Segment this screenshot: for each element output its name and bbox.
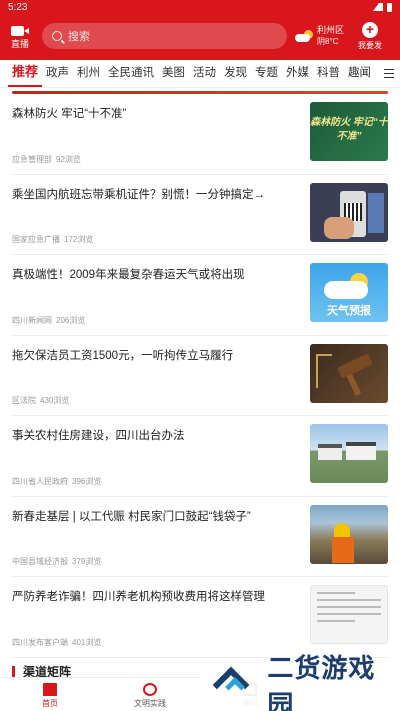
video-camera-icon — [11, 24, 29, 37]
search-input[interactable]: 搜索 — [42, 23, 287, 49]
article-meta: 国家应急广播 172浏览 — [12, 234, 93, 245]
status-icons — [373, 2, 392, 12]
article-views: 92浏览 — [56, 154, 81, 164]
report-label: 我要发 — [358, 40, 382, 50]
tab-lizhou[interactable]: 利州 — [73, 64, 104, 87]
article-views: 401浏览 — [72, 637, 102, 647]
article-meta: 中国县域经济报 379浏览 — [12, 556, 101, 567]
report-button[interactable]: + 我要发 — [353, 21, 387, 51]
list-item[interactable]: 森林防火 牢记“十不准” 应急管理部 92浏览 森林防火 牢记“十不准” — [12, 94, 388, 175]
status-time: 5:23 — [8, 2, 28, 13]
article-views: 379浏览 — [72, 557, 102, 566]
nav-home-label: 首页 — [42, 699, 58, 708]
article-views: 172浏览 — [64, 235, 94, 244]
article-source: 区法院 — [12, 396, 36, 405]
article-thumbnail — [310, 343, 388, 403]
weather-widget[interactable]: 利州区 阴8°C — [295, 25, 353, 47]
tab-citizen-news[interactable]: 全民通讯 — [104, 64, 158, 87]
article-thumbnail — [310, 585, 388, 644]
article-source: 四川发布客户端 — [12, 637, 68, 647]
tab-photos[interactable]: 美图 — [158, 64, 189, 87]
live-button[interactable]: 直播 — [6, 24, 34, 49]
article-views: 206浏览 — [56, 315, 86, 325]
article-thumbnail — [310, 504, 388, 564]
thumbnail-caption: 天气预报 — [327, 305, 371, 317]
article-list: 森林防火 牢记“十不准” 应急管理部 92浏览 森林防火 牢记“十不准” 乘坐国内… — [0, 94, 400, 658]
article-meta: 四川新闻网 206浏览 — [12, 315, 85, 326]
article-title: 森林防火 牢记“十不准” — [12, 108, 127, 120]
article-title: 事关农村住房建设，四川出台办法 — [12, 430, 185, 442]
list-item[interactable]: 新春走基层 | 以工代赈 村民家门口鼓起“钱袋子” 中国县域经济报 379浏览 — [12, 497, 388, 577]
article-thumbnail — [310, 424, 388, 483]
home-icon — [43, 683, 57, 696]
plus-icon: + — [362, 21, 378, 38]
status-bar: 5:23 — [0, 0, 400, 14]
article-source: 国家应急广播 — [12, 235, 60, 244]
civilization-icon — [143, 683, 157, 696]
article-thumbnail: 天气预报 — [310, 263, 388, 322]
live-label: 直播 — [10, 38, 29, 49]
watermark: 二货游戏园 — [200, 653, 400, 711]
watermark-logo-icon — [212, 666, 255, 704]
nav-civilization[interactable]: 文明实践 — [100, 678, 200, 711]
article-thumbnail — [310, 182, 388, 242]
section-accent-bar — [12, 665, 15, 678]
article-source: 四川新闻网 — [12, 315, 52, 325]
hamburger-menu-icon[interactable] — [378, 60, 400, 87]
article-thumbnail: 森林防火 牢记“十不准” — [310, 102, 388, 161]
battery-icon — [387, 2, 392, 12]
app-header: 5:23 直播 搜索 利州区 阴8°C + 我要发 — [0, 0, 400, 60]
tab-events[interactable]: 活动 — [189, 64, 220, 87]
article-source: 应急管理部 — [12, 154, 52, 164]
nav-home[interactable]: 首页 — [0, 678, 100, 711]
article-meta: 四川省人民政府 396浏览 — [12, 476, 101, 487]
tab-recommend[interactable]: 推荐 — [8, 61, 43, 87]
article-source: 中国县域经济报 — [12, 557, 68, 566]
article-title: 乘坐国内航班忘带乘机证件？别慌！一分钟搞定→ — [12, 188, 265, 201]
tab-science[interactable]: 科普 — [313, 64, 344, 87]
tab-foreign-media[interactable]: 外媒 — [282, 64, 313, 87]
signal-icon — [373, 3, 383, 11]
article-title: 拖欠保洁员工资1500元，一听拘传立马履行 — [12, 349, 234, 362]
search-placeholder: 搜索 — [68, 31, 90, 43]
article-title: 真极端性！2009年来最复杂春运天气或将出现 — [12, 269, 245, 281]
category-tabs: 推荐 政声 利州 全民通讯 美图 活动 发现 专题 外媒 科普 趣闻 服务 — [0, 60, 400, 88]
article-meta: 区法院 430浏览 — [12, 395, 69, 406]
tab-politics[interactable]: 政声 — [42, 64, 73, 87]
top-bar: 直播 搜索 利州区 阴8°C + 我要发 — [0, 20, 400, 52]
article-meta: 四川发布客户端 401浏览 — [12, 637, 101, 648]
list-item[interactable]: 严防养老诈骗！四川养老机构预收费用将这样管理 四川发布客户端 401浏览 — [12, 577, 388, 658]
article-views: 430浏览 — [40, 396, 70, 405]
list-item[interactable]: 真极端性！2009年来最复杂春运天气或将出现 四川新闻网 206浏览 天气预报 — [12, 255, 388, 336]
nav-civilization-label: 文明实践 — [134, 699, 166, 708]
list-item[interactable]: 拖欠保洁员工资1500元，一听拘传立马履行 区法院 430浏览 — [12, 336, 388, 416]
tab-discover[interactable]: 发现 — [220, 64, 251, 87]
search-icon — [52, 31, 62, 41]
article-views: 396浏览 — [72, 476, 102, 486]
article-meta: 应急管理部 92浏览 — [12, 154, 81, 165]
list-item[interactable]: 乘坐国内航班忘带乘机证件？别慌！一分钟搞定→ 国家应急广播 172浏览 — [12, 175, 388, 255]
partly-cloudy-icon — [295, 30, 313, 42]
article-title: 新春走基层 | 以工代赈 村民家门口鼓起“钱袋子” — [12, 510, 251, 523]
article-source: 四川省人民政府 — [12, 476, 68, 486]
tab-fun[interactable]: 趣闻 — [344, 64, 375, 87]
watermark-text: 二货游戏园 — [267, 653, 376, 711]
weather-condition: 阴8°C — [317, 37, 339, 46]
tab-topics[interactable]: 专题 — [251, 64, 282, 87]
list-item[interactable]: 事关农村住房建设，四川出台办法 四川省人民政府 396浏览 — [12, 416, 388, 497]
article-title: 严防养老诈骗！四川养老机构预收费用将这样管理 — [12, 591, 265, 603]
weather-district: 利州区 — [317, 25, 345, 35]
